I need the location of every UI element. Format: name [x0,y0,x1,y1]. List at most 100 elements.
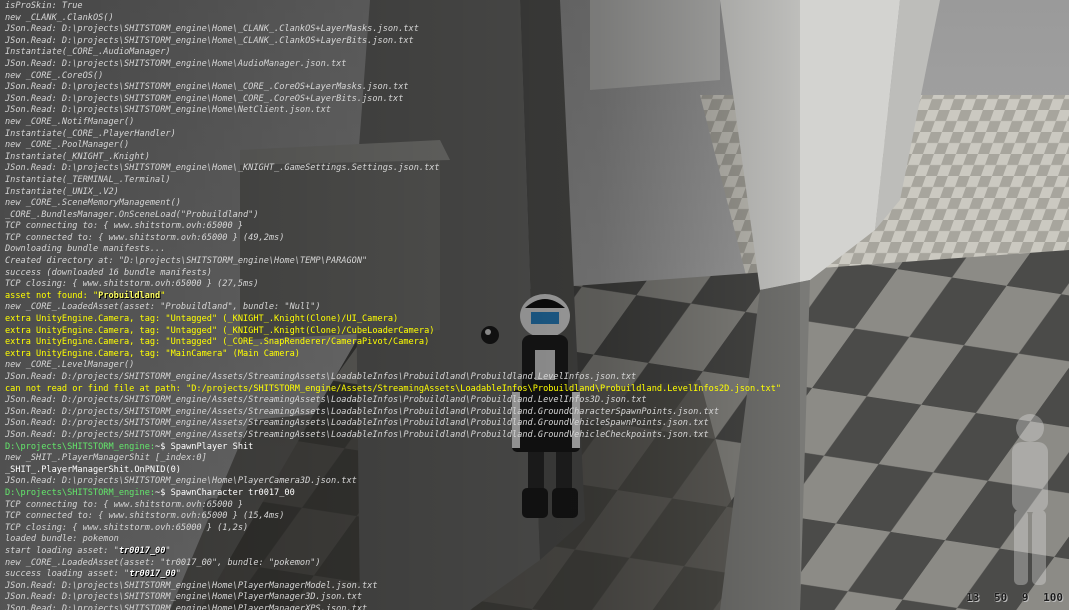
console-line-text: JSon.Read: D:\projects\SHITSTORM_engine\… [5,580,378,591]
console-line: JSon.Read: D:/projects/SHITSTORM_engine/… [5,407,1065,419]
console-prompt: D:\projects\SHITSTORM_engine: [5,441,156,452]
console-line-command: _SHIT_.PlayerManagerShit.OnPNID(0) [5,465,1065,477]
game-viewport[interactable]: isProSkin: True new _CLANK_.ClankOS() JSon… [0,0,1069,610]
console-line: JSon.Read: D:\projects\SHITSTORM_engine\… [5,24,1065,36]
hud-value-4: 100 [1043,591,1063,604]
console-line-text: Instantiate(_KNIGHT_.Knight) [5,151,150,162]
console-line: success (downloaded 16 bundle manifests) [5,268,1065,280]
console-line: start loading asset: "tr0017_00" [5,546,1065,558]
console-line-text: _SHIT_.PlayerManagerShit.OnPNID(0) [5,464,181,475]
console-line: JSon.Read: D:\projects\SHITSTORM_engine\… [5,36,1065,48]
console-line: _CORE_.BundlesManager.OnSceneLoad("Probu… [5,210,1065,222]
console-highlighted-asset: tr0017_00 [118,545,166,556]
console-line-text: JSon.Read: D:\projects\SHITSTORM_engine\… [5,603,368,610]
console-line-text: asset not found: " [5,290,99,301]
console-line-text: Created directory at: "D:\projects\SHITS… [5,256,368,267]
console-line: TCP connected to: { www.shitstorm.ovh:65… [5,233,1065,245]
console-line-text: JSon.Read: D:/projects/SHITSTORM_engine/… [5,395,647,406]
console-line-text: new _CORE_.NotifManager() [5,116,135,127]
console-line-text: JSon.Read: D:/projects/SHITSTORM_engine/… [5,372,637,382]
console-line-command: D:\projects\SHITSTORM_engine:~$ SpawnPla… [5,442,1065,454]
console-line: TCP connected to: { www.shitstorm.ovh:65… [5,511,1065,523]
console-line-text: JSon.Read: D:\projects\SHITSTORM_engine\… [5,58,347,69]
console-line-suffix: " [160,290,166,301]
console-line-text: extra UnityEngine.Camera, tag: "Untagged… [5,325,435,336]
console-line-text: success loading asset: " [5,569,130,580]
console-line: new _CORE_.CoreOS() [5,71,1065,83]
console-prompt: D:\projects\SHITSTORM_engine: [5,487,156,498]
hud-stats: 13 50 9 100 [958,591,1063,604]
console-line: Instantiate(_UNIX_.V2) [5,187,1065,199]
console-line: JSon.Read: D:\projects\SHITSTORM_engine\… [5,59,1065,71]
console-line: JSon.Read: D:\projects\SHITSTORM_engine\… [5,82,1065,94]
console-line: loaded bundle: pokemon [5,534,1065,546]
console-line: new _CLANK_.ClankOS() [5,13,1065,25]
console-line-warning: extra UnityEngine.Camera, tag: "Untagged… [5,326,1065,338]
console-line: Instantiate(_KNIGHT_.Knight) [5,152,1065,164]
console-line: TCP connecting to: { www.shitstorm.ovh:6… [5,500,1065,512]
console-line: JSon.Read: D:/projects/SHITSTORM_engine/… [5,418,1065,430]
console-line: JSon.Read: D:\projects\SHITSTORM_engine\… [5,581,1065,593]
console-line-suffix: " [175,569,181,580]
console-line-text: TCP closing: { www.shitstorm.ovh:65000 }… [5,522,249,533]
console-line-text: extra UnityEngine.Camera, tag: "Untagged… [5,314,399,325]
console-line-text: start loading asset: " [5,545,119,556]
console-line-text: ~$ SpawnCharacter tr0017_00 [155,487,295,498]
console-line: JSon.Read: D:\projects\SHITSTORM_engine\… [5,105,1065,117]
console-line-text: isProSkin: True [5,1,83,11]
console-line-warning: can not read or find file at path: "D:/p… [5,384,1065,396]
console-line-text: JSon.Read: D:\projects\SHITSTORM_engine\… [5,163,440,174]
console-line-text: new _CLANK_.ClankOS() [5,12,114,23]
console-line: JSon.Read: D:\projects\SHITSTORM_engine\… [5,476,1065,488]
console-line-text: new _CORE_.LoadedAsset(asset: "tr0017_00… [5,557,321,568]
console-line-text: JSon.Read: D:/projects/SHITSTORM_engine/… [5,418,709,429]
terminal-console[interactable]: isProSkin: True new _CLANK_.ClankOS() JSon… [5,1,1065,610]
console-line-warning: extra UnityEngine.Camera, tag: "Untagged… [5,337,1065,349]
console-line: new _CORE_.PoolManager() [5,140,1065,152]
console-line-text: ~$ SpawnPlayer Shit [155,441,254,452]
console-line: TCP closing: { www.shitstorm.ovh:65000 }… [5,523,1065,535]
console-line-text: extra UnityEngine.Camera, tag: "Untagged… [5,337,430,348]
console-line: JSon.Read: D:/projects/SHITSTORM_engine/… [5,395,1065,407]
console-line: new _CORE_.SceneMemoryManagement() [5,198,1065,210]
console-line: TCP connecting to: { www.shitstorm.ovh:6… [5,221,1065,233]
console-line: TCP closing: { www.shitstorm.ovh:65000 }… [5,279,1065,291]
console-line-text: TCP connecting to: { www.shitstorm.ovh:6… [5,221,243,232]
console-line-command: D:\projects\SHITSTORM_engine:~$ SpawnCha… [5,488,1065,500]
console-line: isProSkin: True [5,1,1065,13]
console-line-warning: extra UnityEngine.Camera, tag: "MainCame… [5,349,1065,361]
console-line: JSon.Read: D:/projects/SHITSTORM_engine/… [5,430,1065,442]
console-line-warning: asset not found: "Probuildland" [5,291,1065,303]
console-line: Instantiate(_CORE_.AudioManager) [5,47,1065,59]
console-line-text: TCP connected to: { www.shitstorm.ovh:65… [5,232,285,243]
console-line: Created directory at: "D:\projects\SHITS… [5,256,1065,268]
console-line: Instantiate(_CORE_.PlayerHandler) [5,129,1065,141]
console-highlighted-asset: Probuildland [98,290,161,301]
console-line-text: JSon.Read: D:/projects/SHITSTORM_engine/… [5,429,709,440]
console-line: JSon.Read: D:\projects\SHITSTORM_engine\… [5,94,1065,106]
console-line-text: Instantiate(_TERMINAL_.Terminal) [5,174,171,185]
hud-value-2: 50 [994,591,1008,604]
console-line-text: JSon.Read: D:\projects\SHITSTORM_engine\… [5,24,419,35]
console-line-text: Instantiate(_CORE_.PlayerHandler) [5,128,176,139]
console-line-text: new _CORE_.CoreOS() [5,70,104,81]
console-line-text: Instantiate(_CORE_.AudioManager) [5,47,171,58]
console-line-text: JSon.Read: D:\projects\SHITSTORM_engine\… [5,105,331,116]
console-line-text: new _CORE_.PoolManager() [5,140,130,151]
console-line: new _CORE_.LevelManager() [5,360,1065,372]
console-line-text: Downloading bundle manifests... [5,244,166,255]
console-line-text: TCP connecting to: { www.shitstorm.ovh:6… [5,499,243,510]
console-line-text: extra UnityEngine.Camera, tag: "MainCame… [5,348,300,359]
console-line-text: JSon.Read: D:\projects\SHITSTORM_engine\… [5,93,404,104]
console-line-text: JSon.Read: D:\projects\SHITSTORM_engine\… [5,82,409,93]
console-line-text: JSon.Read: D:/projects/SHITSTORM_engine/… [5,406,719,417]
console-line-text: JSon.Read: D:\projects\SHITSTORM_engine\… [5,592,362,603]
console-line-text: JSon.Read: D:\projects\SHITSTORM_engine\… [5,476,357,487]
hud-value-3: 9 [1021,591,1029,604]
console-line: new _CORE_.LoadedAsset(asset: "tr0017_00… [5,558,1065,570]
console-line-text: can not read or find file at path: "D:/p… [5,383,782,394]
console-line: JSon.Read: D:\projects\SHITSTORM_engine\… [5,592,1065,604]
console-line-text: _CORE_.BundlesManager.OnSceneLoad("Probu… [5,209,259,220]
console-line-suffix: " [165,545,171,556]
console-line: new _CORE_.NotifManager() [5,117,1065,129]
